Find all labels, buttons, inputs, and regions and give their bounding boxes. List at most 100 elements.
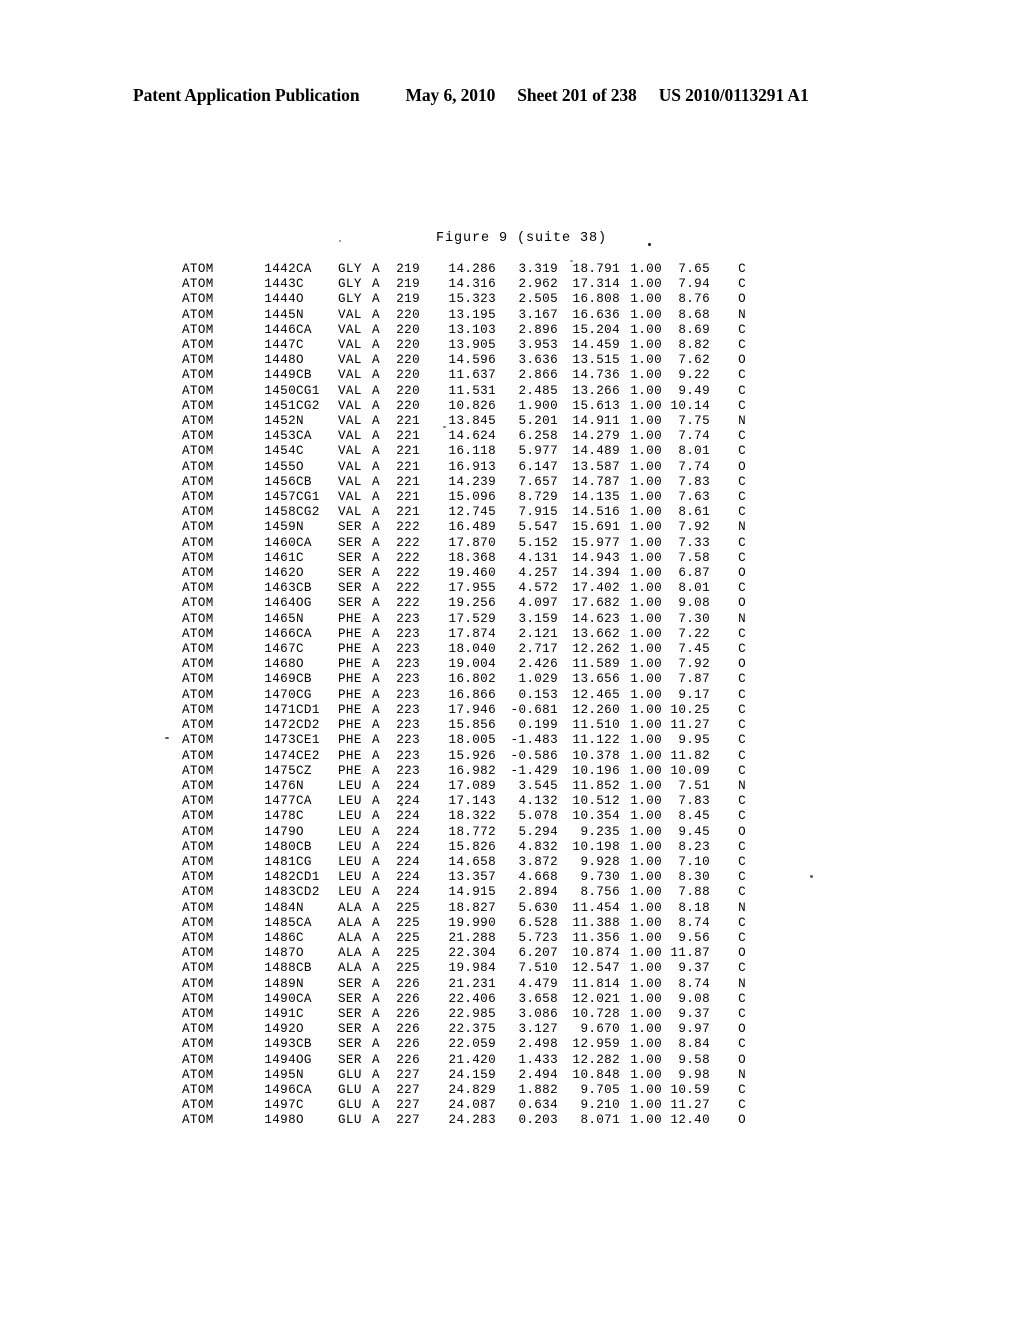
cell-occupancy: 1.00: [630, 657, 662, 672]
cell-y: 2.866: [518, 368, 558, 383]
table-row: ATOM 1450 CG1 VAL A 220 11.531 2.485 13.266 1.00 9…: [182, 384, 746, 399]
cell-residue: ALA: [338, 900, 362, 915]
cell-z: 11.122: [572, 733, 620, 748]
cell-residue: ALA: [338, 915, 362, 930]
cell-atom_name: C: [296, 809, 304, 824]
cell-atom_name: CB: [296, 581, 312, 596]
table-row: ATOM 1466 CA PHE A 223 17.874 2.121 13.662 1.00 7.…: [182, 627, 746, 642]
cell-b_factor: 7.33: [678, 535, 710, 550]
cell-serial: 1470: [264, 687, 296, 702]
table-row: ATOM 1459 N SER A 222 16.489 5.547 15.691 1.00 7.9…: [182, 520, 746, 535]
cell-y: 2.962: [518, 277, 558, 292]
cell-element: C: [738, 930, 746, 945]
cell-record: ATOM: [182, 900, 214, 915]
cell-chain: A: [372, 368, 380, 383]
cell-occupancy: 1.00: [630, 642, 662, 657]
cell-res_seq: 220: [396, 398, 420, 413]
cell-b_factor: 8.45: [678, 809, 710, 824]
atom-coordinate-table: ATOM 1442 CA GLY A 219 14.286 3.319 18.791 1.00 7.…: [182, 262, 746, 1129]
cell-res_seq: 226: [396, 976, 420, 991]
cell-y: 3.636: [518, 353, 558, 368]
cell-z: 8.071: [580, 1113, 620, 1128]
cell-b_factor: 7.83: [678, 794, 710, 809]
table-row: ATOM 1494 OG SER A 226 21.420 1.433 12.282 1.00 9.…: [182, 1053, 746, 1068]
cell-residue: VAL: [338, 383, 362, 398]
cell-b_factor: 7.51: [678, 778, 710, 793]
cell-residue: PHE: [338, 748, 362, 763]
cell-x: 24.829: [448, 1082, 496, 1097]
cell-chain: A: [372, 596, 380, 611]
cell-occupancy: 1.00: [630, 1082, 662, 1097]
cell-atom_name: N: [296, 611, 304, 626]
cell-serial: 1497: [264, 1098, 296, 1113]
cell-chain: A: [372, 292, 380, 307]
cell-serial: 1449: [264, 368, 296, 383]
cell-element: C: [738, 626, 746, 641]
cell-residue: GLY: [338, 277, 362, 292]
cell-occupancy: 1.00: [630, 459, 662, 474]
cell-chain: A: [372, 566, 380, 581]
cell-z: 13.266: [572, 383, 620, 398]
cell-b_factor: 9.37: [678, 1006, 710, 1021]
cell-occupancy: 1.00: [630, 824, 662, 839]
cell-b_factor: 10.59: [670, 1082, 710, 1097]
cell-x: 19.004: [448, 657, 496, 672]
cell-serial: 1452: [264, 414, 296, 429]
cell-res_seq: 220: [396, 307, 420, 322]
cell-x: 21.231: [448, 976, 496, 991]
cell-res_seq: 222: [396, 550, 420, 565]
cell-record: ATOM: [182, 915, 214, 930]
cell-b_factor: 8.61: [678, 505, 710, 520]
cell-residue: PHE: [338, 657, 362, 672]
cell-element: N: [738, 611, 746, 626]
cell-b_factor: 7.10: [678, 854, 710, 869]
cell-residue: PHE: [338, 626, 362, 641]
cell-z: 13.587: [572, 459, 620, 474]
cell-res_seq: 222: [396, 581, 420, 596]
table-row: ATOM 1474 CE2 PHE A 223 15.926 -0.586 10.378 1.00…: [182, 749, 746, 764]
cell-chain: A: [372, 1067, 380, 1082]
cell-serial: 1481: [264, 854, 296, 869]
cell-chain: A: [372, 398, 380, 413]
cell-atom_name: O: [296, 824, 304, 839]
cell-record: ATOM: [182, 262, 214, 276]
cell-occupancy: 1.00: [630, 383, 662, 398]
cell-z: 11.814: [572, 976, 620, 991]
cell-y: 5.630: [518, 900, 558, 915]
cell-b_factor: 7.62: [678, 353, 710, 368]
cell-occupancy: 1.00: [630, 839, 662, 854]
cell-element: C: [738, 490, 746, 505]
cell-b_factor: 8.30: [678, 870, 710, 885]
cell-z: 10.512: [572, 794, 620, 809]
cell-z: 12.021: [572, 991, 620, 1006]
cell-z: 16.636: [572, 307, 620, 322]
cell-res_seq: 221: [396, 505, 420, 520]
cell-res_seq: 219: [396, 292, 420, 307]
cell-x: 14.658: [448, 854, 496, 869]
cell-b_factor: 9.98: [678, 1067, 710, 1082]
cell-b_factor: 7.87: [678, 672, 710, 687]
cell-res_seq: 221: [396, 429, 420, 444]
table-row: ATOM 1486 C ALA A 225 21.288 5.723 11.356 1.00 9.5…: [182, 931, 746, 946]
cell-x: 19.460: [448, 566, 496, 581]
cell-residue: VAL: [338, 474, 362, 489]
table-row: ATOM 1446 CA VAL A 220 13.103 2.896 15.204 1.00 8.…: [182, 323, 746, 338]
cell-serial: 1466: [264, 626, 296, 641]
cell-residue: LEU: [338, 778, 362, 793]
cell-element: C: [738, 535, 746, 550]
cell-y: 2.485: [518, 383, 558, 398]
cell-record: ATOM: [182, 550, 214, 565]
cell-chain: A: [372, 748, 380, 763]
cell-element: O: [738, 946, 746, 961]
cell-z: 15.691: [572, 520, 620, 535]
cell-residue: SER: [338, 535, 362, 550]
cell-chain: A: [372, 718, 380, 733]
cell-res_seq: 222: [396, 520, 420, 535]
table-row: ATOM 1498 O GLU A 227 24.283 0.203 8.071 1.00 12.4…: [182, 1113, 746, 1128]
cell-res_seq: 220: [396, 383, 420, 398]
cell-record: ATOM: [182, 809, 214, 824]
cell-record: ATOM: [182, 1082, 214, 1097]
cell-residue: VAL: [338, 368, 362, 383]
cell-occupancy: 1.00: [630, 809, 662, 824]
cell-x: 15.323: [448, 292, 496, 307]
